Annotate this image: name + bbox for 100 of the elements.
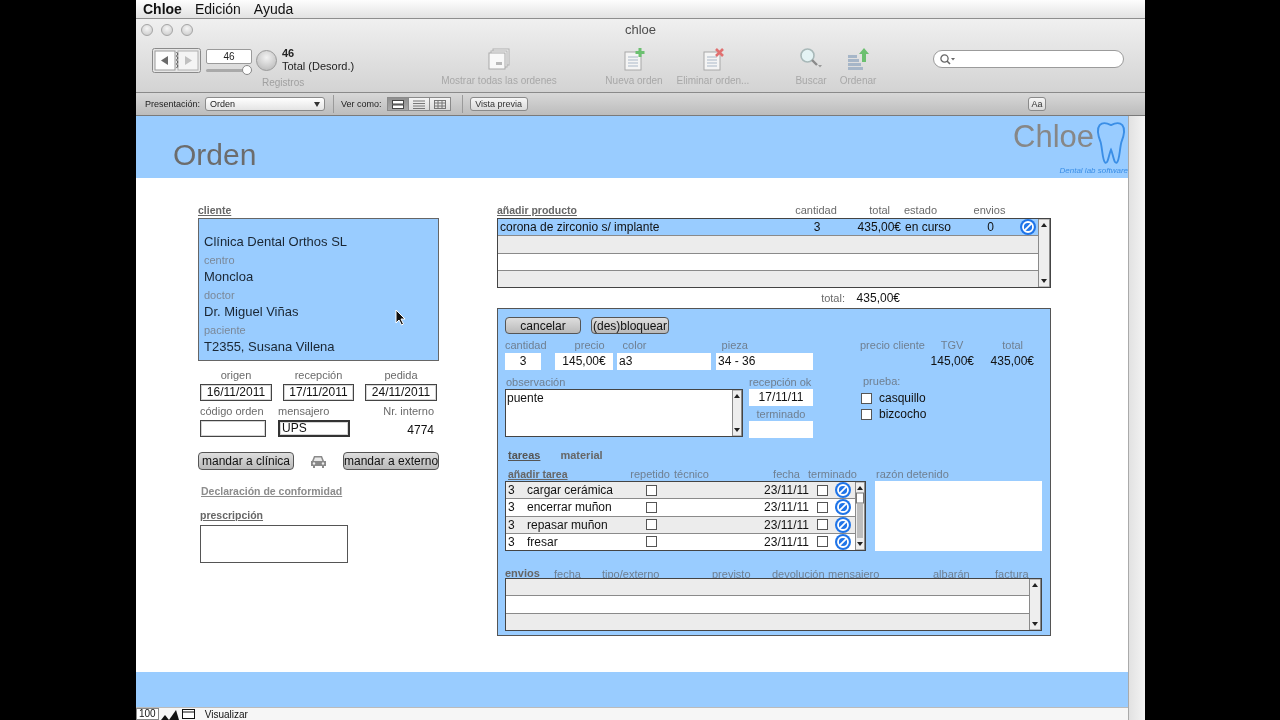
field-label: color [622,339,647,351]
date-field[interactable]: 24/11/2011 [365,384,437,401]
prohibition-icon[interactable] [835,482,851,499]
send-button[interactable]: mandar a clínica [198,452,294,470]
view-mode-button[interactable] [386,97,409,111]
checkbox[interactable] [816,484,828,496]
field-label: mensajero [278,405,331,417]
column-header: tipo/externo [602,568,660,580]
scroll-bar[interactable] [1029,579,1041,630]
view-mode-button[interactable] [428,97,451,111]
input-field[interactable] [200,420,266,437]
table-cell: 3 [508,483,515,498]
field-label: recepción ok [749,376,812,388]
courier-field[interactable]: UPS [278,420,350,437]
table-cell: 23/11/11 [764,534,809,549]
add-product-link[interactable]: añadir producto [497,204,577,216]
prohibition-icon[interactable] [835,533,851,550]
search-field[interactable] [933,50,1124,68]
column-header: previsto [712,568,751,580]
input-field[interactable] [749,421,813,438]
table-cell: 3 [508,534,515,549]
zoom-level[interactable]: 100 [136,708,159,720]
add-task-link[interactable]: añadir tarea [508,468,568,480]
send-button[interactable]: mandar a externo [343,452,439,470]
scroll-bar[interactable] [1038,219,1050,287]
mode-label: Visualizar [204,708,248,720]
tab[interactable]: tareas [508,449,541,461]
table-cell: en curso [905,220,952,235]
column-header: fecha [554,568,581,580]
prescription-field[interactable] [200,525,348,563]
record-slider[interactable] [206,68,252,72]
bars-arrow-icon [846,47,870,71]
list-view-icon [412,99,425,109]
menu-item[interactable]: Edición [194,0,241,18]
table-cell: repasar muñon [527,517,608,532]
checkbox[interactable] [646,484,657,496]
document-x-icon [701,47,725,71]
column-header: técnico [674,468,709,480]
prohibition-icon[interactable] [835,516,851,533]
client-link[interactable]: cliente [198,204,232,216]
date-field[interactable]: 17/11/2011 [283,384,354,401]
client-name: Clínica Dental Orthos SL [204,233,348,250]
preview-button[interactable]: Vista previa [469,97,528,111]
large-mountain-icon[interactable] [168,709,179,720]
column-header: TGV [940,339,964,351]
price-value: 145,00€ [930,354,974,368]
field-value: T2355, Susana Villena [204,338,335,355]
prohibition-icon[interactable] [835,499,851,516]
record-number-field[interactable]: 46 [206,48,252,64]
checkbox[interactable] [646,536,657,548]
date-field[interactable]: 16/11/2011 [200,384,272,401]
record-book-icon[interactable] [152,47,201,73]
input-field[interactable]: a3 [617,353,711,370]
column-header: albarán [933,568,970,580]
input-field[interactable]: 3 [505,353,541,370]
record-status: Total (Desord.) [282,60,355,73]
field-value: Moncloa [204,268,254,285]
input-field[interactable]: 145,00€ [555,353,613,370]
menu-item[interactable]: Chloe [143,0,182,18]
cancel-button[interactable]: cancelar [505,317,581,334]
checkbox[interactable] [646,501,657,513]
prescription-link[interactable]: prescripción [200,509,264,521]
table-cell: 23/11/11 [764,517,809,532]
window-icon[interactable] [181,709,195,719]
table-row[interactable]: 3 cargar cerámica 23/11/11 [506,482,855,500]
text-format-button[interactable]: Aa [1028,97,1046,111]
column-header: total [1002,339,1023,351]
checkbox[interactable] [861,392,872,404]
total-value: 435,00€ [856,291,900,305]
checkbox[interactable] [816,536,828,548]
stacked-pages-icon [487,47,511,71]
lock-button[interactable]: (des)bloquear [591,317,669,334]
slider-thumb[interactable] [242,64,252,75]
prohibition-icon[interactable] [1020,219,1036,236]
record-count: 46 [282,47,296,60]
field-label: doctor [204,288,235,303]
mouse-pointer-icon [395,309,406,326]
table-cell: 3 [508,517,515,532]
menu-item[interactable]: Ayuda [253,0,294,18]
checkbox[interactable] [646,519,657,531]
field-value: Dr. Miguel Viñas [204,303,299,320]
car-icon [310,454,327,468]
field-label: origen [219,369,253,381]
checkbox[interactable] [816,501,828,513]
internal-number: 4774 [406,423,435,437]
window-scroll-bar[interactable] [1128,116,1145,720]
scroll-bar[interactable] [855,482,865,550]
layout-label: Presentación: [145,99,201,109]
checkbox[interactable] [816,519,828,531]
input-field[interactable]: 34 - 36 [716,353,813,370]
observation-field[interactable]: puente [505,389,743,437]
column-header: envios [973,204,1006,216]
table-row[interactable]: corona de zirconio s/ implante 3 435,00€ en curso 0 [498,219,1038,237]
checkbox[interactable] [861,408,872,420]
table-row[interactable]: 3 encerrar muñon 23/11/11 [506,499,855,517]
scroll-bar[interactable] [732,390,742,436]
date-field[interactable]: 17/11/11 [749,389,813,406]
table-cell: 435,00€ [857,220,901,235]
layout-dropdown[interactable]: Orden [205,97,326,111]
stop-reason-field[interactable] [875,481,1042,551]
